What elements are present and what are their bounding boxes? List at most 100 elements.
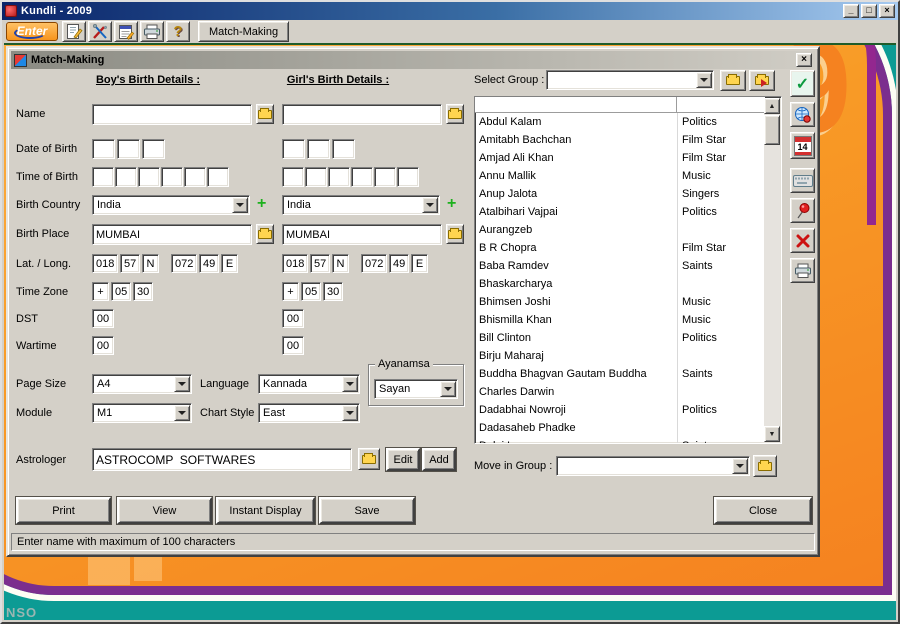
enter-logo-button[interactable]: Enter	[6, 22, 58, 41]
globe-button[interactable]	[790, 102, 815, 127]
calendar-button[interactable]: 14	[790, 132, 815, 159]
list-row[interactable]: Abdul KalamPolitics	[475, 113, 765, 131]
girl-dob-day-input[interactable]	[282, 139, 305, 159]
dropdown-button[interactable]	[732, 458, 748, 474]
boy-dob-day-input[interactable]	[92, 139, 115, 159]
dropdown-button[interactable]	[174, 405, 190, 421]
boy-tob-input-1[interactable]	[92, 167, 114, 187]
boy-lat-dir-input[interactable]: N	[142, 254, 159, 273]
girl-add-country-button[interactable]: +	[447, 196, 456, 212]
list-row[interactable]: Baba RamdevSaints	[475, 257, 765, 275]
language-dropdown[interactable]: Kannada	[258, 374, 360, 394]
girl-name-input[interactable]	[282, 104, 442, 125]
astrologer-browse-button[interactable]	[358, 448, 380, 470]
scroll-down-button[interactable]: ▼	[764, 426, 780, 442]
boy-dst-input[interactable]: 00	[92, 309, 114, 328]
girl-dob-month-input[interactable]	[307, 139, 330, 159]
dropdown-button[interactable]	[232, 197, 248, 213]
dropdown-button[interactable]	[696, 72, 712, 88]
dropdown-button[interactable]	[440, 381, 456, 397]
new-chart-icon-button[interactable]	[62, 21, 86, 42]
girl-long-deg-input[interactable]: 072	[361, 254, 387, 273]
girl-lat-deg-input[interactable]: 018	[282, 254, 308, 273]
dropdown-button[interactable]	[342, 376, 358, 392]
boy-dob-month-input[interactable]	[117, 139, 140, 159]
list-row[interactable]: Buddha Bhagvan Gautam BuddhaSaints	[475, 365, 765, 383]
boy-long-min-input[interactable]: 49	[199, 254, 219, 273]
boy-birth-place-input[interactable]	[92, 224, 252, 245]
list-row[interactable]: Anup JalotaSingers	[475, 185, 765, 203]
keyboard-button[interactable]	[790, 168, 815, 193]
boy-long-dir-input[interactable]: E	[221, 254, 238, 273]
girl-tob-input-4[interactable]	[351, 167, 373, 187]
cancel-button[interactable]	[790, 228, 815, 253]
dropdown-button[interactable]	[422, 197, 438, 213]
ayanamsa-dropdown[interactable]: Sayan	[374, 379, 458, 399]
list-row[interactable]: Amjad Ali KhanFilm Star	[475, 149, 765, 167]
boy-lat-deg-input[interactable]: 018	[92, 254, 118, 273]
pin-button[interactable]	[790, 198, 815, 223]
girl-tob-input-2[interactable]	[305, 167, 327, 187]
girl-lat-dir-input[interactable]: N	[332, 254, 349, 273]
help-icon-button[interactable]: ?	[166, 21, 190, 42]
print-button[interactable]: Print	[16, 497, 111, 524]
girl-wartime-input[interactable]: 00	[282, 336, 304, 355]
list-row[interactable]: Amitabh BachchanFilm Star	[475, 131, 765, 149]
boy-tz-min-input[interactable]: 30	[133, 282, 153, 301]
match-making-tab-button[interactable]: Match-Making	[198, 21, 289, 42]
boy-lat-min-input[interactable]: 57	[120, 254, 140, 273]
girl-birth-place-input[interactable]	[282, 224, 442, 245]
list-header-name-column[interactable]	[475, 97, 677, 112]
astrologer-input[interactable]	[92, 448, 352, 471]
girl-birth-country-dropdown[interactable]: India	[282, 195, 440, 215]
tools-icon-button[interactable]	[88, 21, 112, 42]
maximize-button[interactable]: □	[861, 4, 877, 18]
save-button[interactable]: Save	[319, 497, 415, 524]
girl-tob-input-3[interactable]	[328, 167, 350, 187]
scroll-up-button[interactable]: ▲	[764, 98, 780, 114]
minimize-button[interactable]: _	[843, 4, 859, 18]
dropdown-button[interactable]	[174, 376, 190, 392]
boy-name-input[interactable]	[92, 104, 252, 125]
girl-long-dir-input[interactable]: E	[411, 254, 428, 273]
list-row[interactable]: Bhaskarcharya	[475, 275, 765, 293]
dropdown-button[interactable]	[342, 405, 358, 421]
boy-add-country-button[interactable]: +	[257, 196, 266, 212]
list-row[interactable]: Aurangzeb	[475, 221, 765, 239]
girl-name-browse-button[interactable]	[446, 104, 464, 124]
edit-form-icon-button[interactable]	[114, 21, 138, 42]
girl-tob-input-5[interactable]	[374, 167, 396, 187]
girl-tob-input-6[interactable]	[397, 167, 419, 187]
boy-tob-input-4[interactable]	[161, 167, 183, 187]
boy-tob-input-6[interactable]	[207, 167, 229, 187]
girl-dob-year-input[interactable]	[332, 139, 355, 159]
scroll-thumb[interactable]	[764, 115, 780, 145]
edit-button[interactable]: Edit	[386, 448, 420, 471]
delete-group-button[interactable]	[749, 70, 775, 91]
view-button[interactable]: View	[117, 497, 212, 524]
boy-wartime-input[interactable]: 00	[92, 336, 114, 355]
girl-tz-sign-input[interactable]: +	[282, 282, 299, 301]
list-row[interactable]: Bill ClintonPolitics	[475, 329, 765, 347]
boy-birth-place-browse-button[interactable]	[256, 224, 274, 244]
girl-lat-min-input[interactable]: 57	[310, 254, 330, 273]
boy-birth-country-dropdown[interactable]: India	[92, 195, 250, 215]
boy-dob-year-input[interactable]	[142, 139, 165, 159]
add-button[interactable]: Add	[422, 448, 456, 471]
list-row[interactable]: B R ChopraFilm Star	[475, 239, 765, 257]
list-header-group-column[interactable]	[677, 97, 765, 112]
boy-name-browse-button[interactable]	[256, 104, 274, 124]
page-size-dropdown[interactable]: A4	[92, 374, 192, 394]
chart-style-dropdown[interactable]: East	[258, 403, 360, 423]
list-row[interactable]: Birju Maharaj	[475, 347, 765, 365]
print-setup-icon-button[interactable]	[140, 21, 164, 42]
girl-dst-input[interactable]: 00	[282, 309, 304, 328]
list-row[interactable]: Dalai LamaSaints	[475, 437, 765, 443]
girl-birth-place-browse-button[interactable]	[446, 224, 464, 244]
boy-tob-input-2[interactable]	[115, 167, 137, 187]
boy-tz-hour-input[interactable]: 05	[111, 282, 131, 301]
list-row[interactable]: Bhismilla KhanMusic	[475, 311, 765, 329]
girl-tob-input-1[interactable]	[282, 167, 304, 187]
girl-long-min-input[interactable]: 49	[389, 254, 409, 273]
move-in-group-dropdown[interactable]	[556, 456, 750, 476]
